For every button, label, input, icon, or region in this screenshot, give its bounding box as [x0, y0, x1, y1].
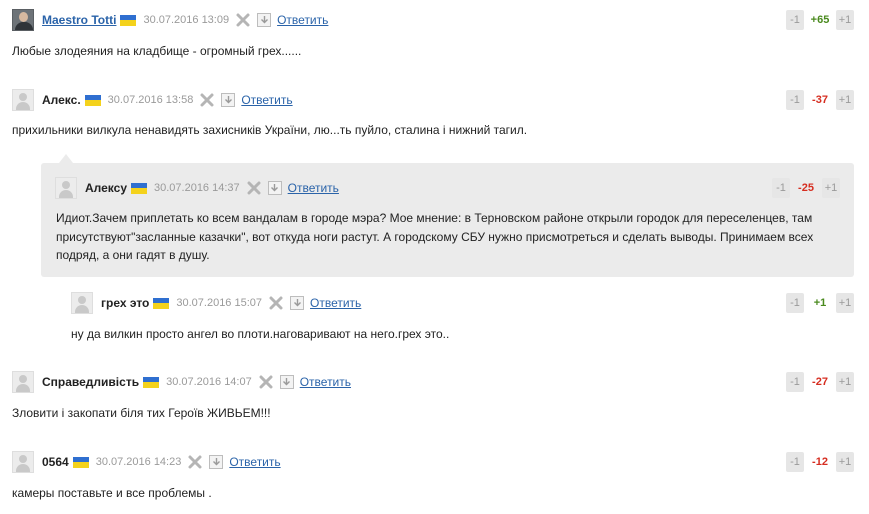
vote-score: -27 [812, 376, 828, 388]
comment-header: Алексу 30.07.2016 14:37 Ответить [55, 176, 339, 200]
delete-icon[interactable] [187, 454, 203, 470]
vote-up-button[interactable]: +1 [836, 452, 854, 472]
comment-date: 30.07.2016 13:09 [143, 14, 230, 26]
comment-date: 30.07.2016 14:23 [95, 456, 182, 468]
comment: Справедливість 30.07.2016 14:07 Ответить… [12, 370, 854, 424]
vote-down-button[interactable]: -1 [786, 372, 804, 392]
vote-controls: -1 +1 +1 [786, 291, 854, 315]
vote-up-button[interactable]: +1 [836, 293, 854, 313]
comment-date: 30.07.2016 13:58 [107, 94, 194, 106]
comment: Алексу 30.07.2016 14:37 Ответить -1 -25 … [55, 176, 840, 266]
download-icon[interactable] [221, 93, 236, 107]
author-name: Алексу [85, 181, 127, 195]
vote-score: -12 [812, 456, 828, 468]
vote-up-button[interactable]: +1 [822, 178, 840, 198]
ukraine-flag-icon [153, 297, 170, 309]
delete-icon[interactable] [199, 92, 215, 108]
comment: грех это 30.07.2016 15:07 Ответить -1 +1… [71, 291, 854, 345]
download-icon[interactable] [279, 375, 294, 389]
vote-controls: -1 -12 +1 [786, 450, 854, 474]
avatar [71, 292, 93, 314]
comment-header: грех это 30.07.2016 15:07 Ответить [71, 291, 361, 315]
comment: 0564 30.07.2016 14:23 Ответить -1 -12 +1… [12, 450, 854, 504]
comment-date: 30.07.2016 14:37 [154, 182, 240, 194]
reply-link[interactable]: Ответить [288, 181, 339, 195]
comment-header: Maestro Totti 30.07.2016 13:09 Ответить [12, 8, 328, 32]
download-icon[interactable] [290, 296, 305, 310]
vote-down-button[interactable]: -1 [786, 10, 804, 30]
ukraine-flag-icon [72, 456, 89, 468]
ukraine-flag-icon [143, 376, 160, 388]
comment-date: 30.07.2016 14:07 [166, 376, 252, 388]
vote-up-button[interactable]: +1 [836, 10, 854, 30]
vote-score: +1 [813, 297, 827, 309]
comment-text: камеры поставьте и все проблемы . [12, 486, 212, 500]
reply-link[interactable]: Ответить [241, 93, 292, 107]
delete-icon[interactable] [258, 374, 274, 390]
vote-controls: -1 +65 +1 [786, 8, 854, 32]
reply-link[interactable]: Ответить [229, 455, 280, 469]
vote-score: +65 [810, 14, 830, 26]
reply-bubble: Алексу 30.07.2016 14:37 Ответить -1 -25 … [41, 154, 854, 277]
delete-icon[interactable] [246, 180, 262, 196]
author-link[interactable]: Maestro Totti [42, 13, 116, 27]
comment: Алекс. 30.07.2016 13:58 Ответить -1 -37 … [12, 88, 854, 142]
download-icon[interactable] [209, 455, 224, 469]
comment-date: 30.07.2016 15:07 [176, 297, 263, 309]
delete-icon[interactable] [235, 12, 251, 28]
vote-score: -25 [798, 182, 814, 194]
ukraine-flag-icon [131, 182, 147, 194]
vote-score: -37 [812, 94, 828, 106]
author-name: Справедливість [42, 375, 140, 389]
vote-controls: -1 -27 +1 [786, 370, 854, 394]
comment-header: Алекс. 30.07.2016 13:58 Ответить [12, 88, 293, 112]
reply-link[interactable]: Ответить [277, 13, 328, 27]
comment-text: ну да вилкин просто ангел во плоти.нагов… [71, 327, 450, 341]
vote-controls: -1 -25 +1 [772, 176, 840, 200]
avatar [12, 451, 34, 473]
avatar [12, 89, 34, 111]
author-name: Алекс. [42, 93, 81, 107]
avatar [12, 371, 34, 393]
vote-controls: -1 -37 +1 [786, 88, 854, 112]
comment-header: Справедливість 30.07.2016 14:07 Ответить [12, 370, 351, 394]
comment-text: Идиот.Зачем приплетать ко всем вандалам … [56, 211, 814, 262]
reply-link[interactable]: Ответить [300, 375, 351, 389]
vote-down-button[interactable]: -1 [786, 293, 804, 313]
avatar [55, 177, 77, 199]
comment-text: Зловити і закопати біля тих Героїв ЖИВЬЕ… [12, 406, 271, 420]
reply-link[interactable]: Ответить [310, 296, 361, 310]
vote-up-button[interactable]: +1 [836, 90, 854, 110]
delete-icon[interactable] [268, 295, 284, 311]
author-name: грех это [101, 296, 150, 310]
vote-down-button[interactable]: -1 [772, 178, 790, 198]
download-icon[interactable] [267, 181, 282, 195]
comment-text: прихильники вилкула ненавидять захисникі… [12, 123, 528, 137]
vote-down-button[interactable]: -1 [786, 452, 804, 472]
download-icon[interactable] [257, 13, 272, 27]
author-name: 0564 [42, 455, 69, 469]
ukraine-flag-icon [84, 94, 101, 106]
ukraine-flag-icon [120, 14, 137, 26]
comment-text: Любые злодеяния на кладбище - огромный г… [12, 44, 302, 58]
comment-header: 0564 30.07.2016 14:23 Ответить [12, 450, 281, 474]
comment: Maestro Totti 30.07.2016 13:09 Ответить … [12, 8, 854, 62]
vote-up-button[interactable]: +1 [836, 372, 854, 392]
avatar[interactable] [12, 9, 34, 31]
vote-down-button[interactable]: -1 [786, 90, 804, 110]
